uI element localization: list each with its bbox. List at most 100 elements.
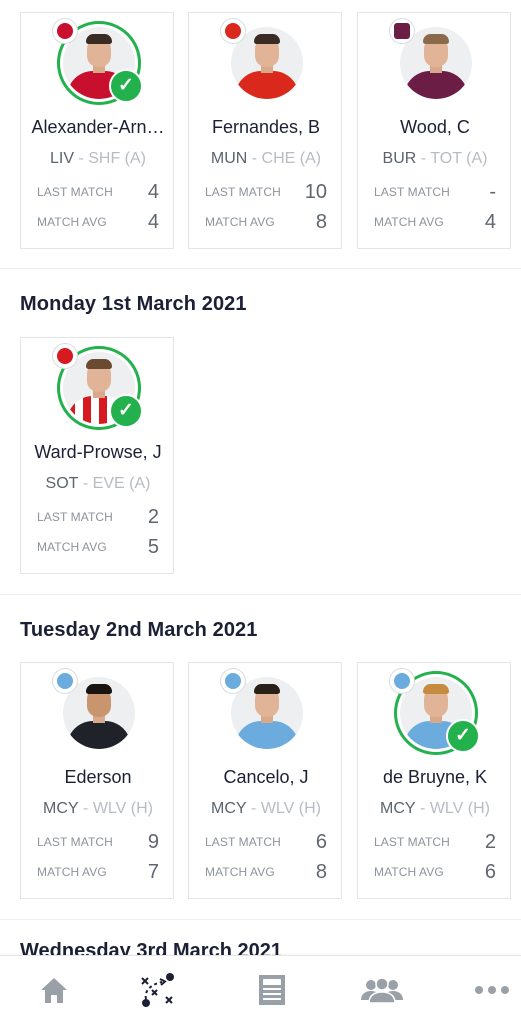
nav-tactics-button[interactable]: [106, 956, 210, 1024]
player-avatar: [390, 19, 478, 105]
match-avg-label: MATCH AVG: [37, 865, 107, 879]
last-match-label: LAST MATCH: [374, 185, 450, 199]
last-match-value: -: [489, 181, 496, 203]
news-icon: [259, 975, 285, 1005]
player-card[interactable]: ✓ Ward-Prowse, J SOT - EVE (A) LAST MATC…: [20, 337, 174, 574]
last-match-value: 6: [315, 831, 327, 853]
match-avg-value: 4: [147, 211, 159, 233]
team-code: MCY: [380, 800, 416, 817]
match-avg-row: MATCH AVG 8: [205, 861, 327, 885]
section-divider: [0, 268, 521, 269]
last-match-value: 2: [484, 831, 496, 853]
nav-news-button[interactable]: [220, 956, 324, 1024]
last-match-row: LAST MATCH 4: [37, 181, 159, 205]
player-card[interactable]: Cancelo, J MCY - WLV (H) LAST MATCH 6 MAT…: [188, 662, 342, 899]
checkmark-icon: ✓: [446, 719, 480, 753]
match-avg-value: 4: [484, 211, 496, 233]
player-avatar: [53, 669, 141, 755]
last-match-row: LAST MATCH 9: [37, 831, 159, 855]
opponent: EVE (A): [92, 475, 151, 492]
club-crest-icon: [390, 669, 414, 693]
team-code: MUN: [210, 150, 248, 167]
more-icon: [475, 986, 509, 994]
fixture-separator: -: [416, 150, 431, 167]
club-crest-icon: [390, 19, 414, 43]
player-card[interactable]: ✓ Alexander-Arn… LIV - SHF (A) LAST MATC…: [20, 12, 174, 249]
player-card[interactable]: Fernandes, B MUN - CHE (A) LAST MATCH 10 …: [188, 12, 342, 249]
nav-home-button[interactable]: [2, 956, 106, 1024]
last-match-label: LAST MATCH: [205, 835, 281, 849]
fixture-info: BUR - TOT (A): [358, 150, 512, 168]
team-code: MCY: [43, 800, 79, 817]
last-match-label: LAST MATCH: [37, 185, 113, 199]
player-avatar: [221, 19, 309, 105]
player-name: Alexander-Arn…: [31, 117, 165, 137]
fixture-info: MCY - WLV (H): [21, 800, 175, 818]
fixture-separator: -: [247, 150, 262, 167]
match-avg-row: MATCH AVG 4: [37, 211, 159, 235]
match-avg-value: 7: [147, 861, 159, 883]
match-avg-value: 8: [315, 211, 327, 233]
team-code: SOT: [45, 475, 79, 492]
fixture-info: MCY - WLV (H): [189, 800, 343, 818]
team-code: LIV: [49, 150, 74, 167]
club-crest-icon: [221, 669, 245, 693]
last-match-label: LAST MATCH: [374, 835, 450, 849]
last-match-label: LAST MATCH: [205, 185, 281, 199]
player-name: Cancelo, J: [223, 767, 309, 787]
last-match-label: LAST MATCH: [37, 510, 113, 524]
match-avg-row: MATCH AVG 6: [374, 861, 496, 885]
match-avg-label: MATCH AVG: [205, 215, 275, 229]
fixture-info: MUN - CHE (A): [189, 150, 343, 168]
checkmark-icon: ✓: [109, 69, 143, 103]
nav-more-button[interactable]: [440, 956, 521, 1024]
match-avg-label: MATCH AVG: [374, 865, 444, 879]
last-match-value: 4: [147, 181, 159, 203]
player-avatar: ✓: [390, 669, 480, 755]
last-match-row: LAST MATCH -: [374, 181, 496, 205]
opponent: WLV (H): [92, 800, 153, 817]
match-avg-label: MATCH AVG: [37, 215, 107, 229]
player-name: de Bruyne, K: [382, 767, 488, 787]
nav-leagues-button[interactable]: [330, 956, 434, 1024]
player-card[interactable]: Wood, C BUR - TOT (A) LAST MATCH - MATCH …: [357, 12, 511, 249]
player-name: Wood, C: [400, 117, 470, 137]
team-code: MCY: [211, 800, 247, 817]
match-avg-value: 5: [147, 536, 159, 558]
match-avg-label: MATCH AVG: [205, 865, 275, 879]
player-card[interactable]: Ederson MCY - WLV (H) LAST MATCH 9 MATCH …: [20, 662, 174, 899]
last-match-row: LAST MATCH 2: [374, 831, 496, 855]
fixture-separator: -: [78, 475, 93, 492]
fixture-separator: -: [78, 800, 93, 817]
opponent: CHE (A): [261, 150, 322, 167]
match-avg-row: MATCH AVG 8: [205, 211, 327, 235]
fixtures-list[interactable]: ✓ Alexander-Arn… LIV - SHF (A) LAST MATC…: [0, 0, 521, 955]
tactics-icon: [141, 973, 174, 1007]
club-crest-icon: [53, 344, 77, 368]
fixture-separator: -: [74, 150, 89, 167]
last-match-value: 2: [147, 506, 159, 528]
last-match-value: 10: [304, 181, 327, 203]
fixture-info: MCY - WLV (H): [358, 800, 512, 818]
section-date-heading: Monday 1st March 2021: [20, 293, 247, 315]
leagues-icon: [361, 977, 403, 1004]
player-avatar: [221, 669, 309, 755]
opponent: SHF (A): [88, 150, 146, 167]
bottom-navigation: [0, 955, 521, 1024]
match-avg-value: 6: [484, 861, 496, 883]
match-avg-label: MATCH AVG: [37, 540, 107, 554]
team-code: BUR: [382, 150, 417, 167]
player-card[interactable]: ✓ de Bruyne, K MCY - WLV (H) LAST MATCH 2…: [357, 662, 511, 899]
opponent: WLV (H): [429, 800, 490, 817]
section-divider: [0, 919, 521, 920]
match-avg-row: MATCH AVG 5: [37, 536, 159, 560]
player-name: Ward-Prowse, J: [34, 442, 162, 462]
fixture-info: LIV - SHF (A): [21, 150, 175, 168]
fixture-separator: -: [415, 800, 430, 817]
club-crest-icon: [53, 669, 77, 693]
section-date-heading: Tuesday 2nd March 2021: [20, 619, 258, 641]
player-name: Fernandes, B: [211, 117, 321, 137]
player-name: Ederson: [64, 767, 132, 787]
last-match-row: LAST MATCH 6: [205, 831, 327, 855]
last-match-row: LAST MATCH 10: [205, 181, 327, 205]
